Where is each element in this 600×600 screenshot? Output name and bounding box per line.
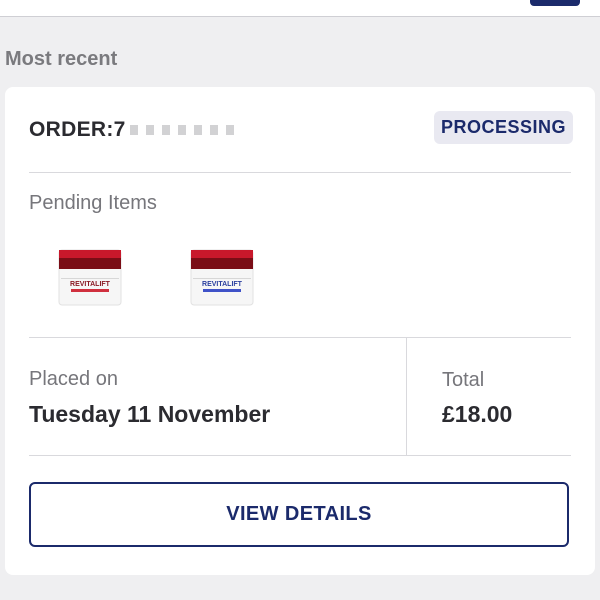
- placed-on-label: Placed on: [29, 368, 118, 390]
- view-details-label: VIEW DETAILS: [226, 503, 372, 525]
- view-details-button[interactable]: VIEW DETAILS: [29, 482, 569, 547]
- order-number: ORDER:7: [29, 118, 240, 142]
- cream-jar-day-icon: REVITALIFT: [58, 249, 122, 306]
- divider-bottom: [29, 455, 571, 456]
- total-label: Total: [442, 369, 485, 391]
- top-bar: [0, 0, 600, 17]
- order-number-mask: [129, 125, 240, 136]
- divider-top: [29, 172, 571, 173]
- pending-items-label: Pending Items: [29, 192, 157, 214]
- section-title: Most recent: [5, 48, 118, 70]
- cream-jar-night-icon: REVITALIFT: [190, 249, 254, 306]
- jar-brand-text: REVITALIFT: [70, 281, 111, 288]
- total-value: £18.00: [442, 401, 513, 427]
- header-action-button[interactable]: [530, 0, 580, 6]
- order-label: ORDER:: [29, 118, 114, 141]
- order-card: ORDER:7 PROCESSING Pending Items REVITAL…: [5, 87, 595, 575]
- divider-vertical: [406, 337, 407, 455]
- divider-middle: [29, 337, 571, 338]
- status-badge: PROCESSING: [434, 111, 574, 144]
- order-number-visible: 7: [113, 118, 126, 141]
- jar-brand-text: REVITALIFT: [202, 281, 243, 288]
- placed-on-date: Tuesday 11 November: [29, 401, 271, 427]
